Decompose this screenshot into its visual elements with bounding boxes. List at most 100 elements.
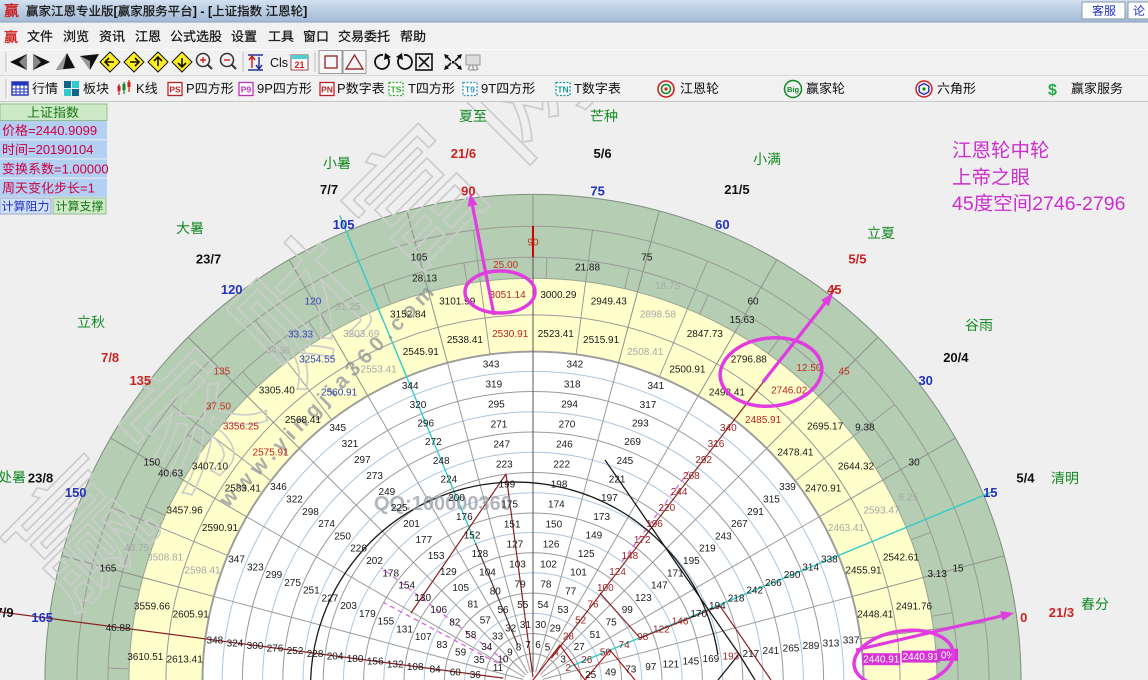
svg-text:170: 170 — [690, 609, 707, 620]
svg-text:2644.32: 2644.32 — [838, 462, 875, 473]
svg-text:7/9: 7/9 — [0, 605, 14, 620]
svg-text:291: 291 — [747, 507, 764, 518]
svg-text:82: 82 — [449, 618, 461, 629]
svg-text:295: 295 — [488, 400, 505, 411]
svg-text:2590.91: 2590.91 — [202, 523, 239, 534]
svg-text:60: 60 — [747, 296, 759, 307]
svg-text:2485.91: 2485.91 — [745, 415, 782, 426]
svg-text:198: 198 — [551, 480, 568, 491]
svg-text:34: 34 — [481, 642, 493, 653]
svg-text:9P: 9P — [257, 81, 273, 96]
svg-text:128: 128 — [471, 549, 488, 560]
svg-text:25.00: 25.00 — [493, 260, 518, 271]
svg-text:79: 79 — [515, 580, 527, 591]
svg-text:3508.81: 3508.81 — [147, 553, 184, 564]
svg-text:120: 120 — [221, 282, 243, 297]
svg-text:31: 31 — [520, 620, 532, 631]
svg-text:104: 104 — [479, 568, 496, 579]
svg-text:18.75: 18.75 — [655, 281, 680, 292]
svg-text:46.88: 46.88 — [106, 623, 131, 634]
svg-text:178: 178 — [382, 568, 399, 579]
svg-text:106: 106 — [430, 605, 447, 616]
svg-text:51: 51 — [590, 630, 602, 641]
svg-text:2568.41: 2568.41 — [285, 415, 322, 426]
svg-text:15.63: 15.63 — [730, 315, 755, 326]
svg-text:81: 81 — [467, 599, 479, 610]
svg-text:345: 345 — [329, 423, 346, 434]
svg-text:20/4: 20/4 — [943, 350, 969, 365]
svg-text:107: 107 — [415, 632, 432, 643]
svg-text:3305.40: 3305.40 — [259, 385, 296, 396]
svg-text:241: 241 — [763, 646, 780, 657]
svg-text:322: 322 — [286, 495, 303, 506]
svg-text:2560.91: 2560.91 — [321, 387, 358, 398]
svg-text:23/8: 23/8 — [28, 471, 53, 486]
svg-text:275: 275 — [284, 578, 301, 589]
svg-text:3559.66: 3559.66 — [134, 602, 171, 613]
svg-text:100: 100 — [597, 583, 614, 594]
svg-text:314: 314 — [802, 563, 819, 574]
svg-text:101: 101 — [570, 568, 587, 579]
svg-text:147: 147 — [651, 581, 668, 592]
svg-text:55: 55 — [517, 600, 529, 611]
svg-text:43.75: 43.75 — [124, 543, 149, 554]
svg-text:12.50: 12.50 — [796, 363, 821, 374]
svg-text:78: 78 — [540, 580, 552, 591]
svg-text:2542.61: 2542.61 — [883, 553, 920, 564]
svg-text:300: 300 — [247, 641, 264, 652]
svg-text:TS: TS — [391, 85, 402, 95]
svg-text:3356.25: 3356.25 — [223, 421, 260, 432]
svg-text:] - [: ] - [ — [193, 5, 213, 19]
svg-text:320: 320 — [410, 400, 427, 411]
svg-text:3254.55: 3254.55 — [299, 355, 336, 366]
svg-text:150: 150 — [144, 458, 161, 469]
svg-text:290: 290 — [784, 570, 801, 581]
svg-text:251: 251 — [303, 586, 320, 597]
svg-text:171: 171 — [667, 568, 684, 579]
svg-text:54: 54 — [538, 600, 550, 611]
svg-text:15: 15 — [983, 485, 997, 500]
svg-text:174: 174 — [548, 500, 565, 511]
svg-text:2605.91: 2605.91 — [173, 609, 210, 620]
svg-text:K: K — [136, 81, 145, 96]
svg-text:2523.41: 2523.41 — [538, 329, 575, 340]
svg-text:80: 80 — [490, 586, 502, 597]
svg-text:3152.84: 3152.84 — [390, 310, 427, 321]
svg-text:75: 75 — [641, 253, 653, 264]
svg-text:321: 321 — [342, 439, 359, 450]
svg-text:35: 35 — [474, 655, 486, 666]
svg-text:2575.91: 2575.91 — [253, 447, 290, 458]
svg-text:T: T — [574, 81, 582, 96]
svg-text:2545.91: 2545.91 — [403, 347, 440, 358]
svg-text:224: 224 — [441, 474, 458, 485]
svg-text:296: 296 — [417, 418, 434, 429]
svg-text:246: 246 — [556, 440, 573, 451]
svg-text:319: 319 — [485, 380, 502, 391]
svg-text:179: 179 — [359, 609, 376, 620]
svg-text:173: 173 — [593, 512, 610, 523]
svg-text:337: 337 — [843, 636, 860, 647]
svg-text:317: 317 — [640, 400, 657, 411]
svg-text:108: 108 — [407, 662, 424, 673]
svg-text:245: 245 — [616, 456, 633, 467]
svg-text:180: 180 — [347, 654, 364, 665]
svg-text:75: 75 — [590, 184, 604, 199]
svg-text:223: 223 — [496, 460, 513, 471]
svg-text:5: 5 — [545, 642, 551, 653]
svg-text:127: 127 — [507, 540, 524, 551]
svg-text:PN: PN — [321, 85, 333, 95]
svg-text:21/6: 21/6 — [451, 146, 476, 161]
svg-text:=1: =1 — [80, 181, 95, 196]
svg-text:105: 105 — [411, 253, 428, 264]
svg-text:77: 77 — [565, 586, 577, 597]
svg-text:169: 169 — [703, 654, 720, 665]
svg-text:90: 90 — [461, 184, 475, 199]
svg-text:2583.41: 2583.41 — [225, 484, 262, 495]
svg-text:151: 151 — [504, 520, 521, 531]
svg-text:53: 53 — [557, 605, 569, 616]
svg-text:268: 268 — [683, 471, 700, 482]
svg-text:25: 25 — [585, 670, 597, 680]
svg-text:45: 45 — [827, 282, 841, 297]
svg-text:30: 30 — [535, 620, 547, 631]
svg-text:293: 293 — [632, 418, 649, 429]
